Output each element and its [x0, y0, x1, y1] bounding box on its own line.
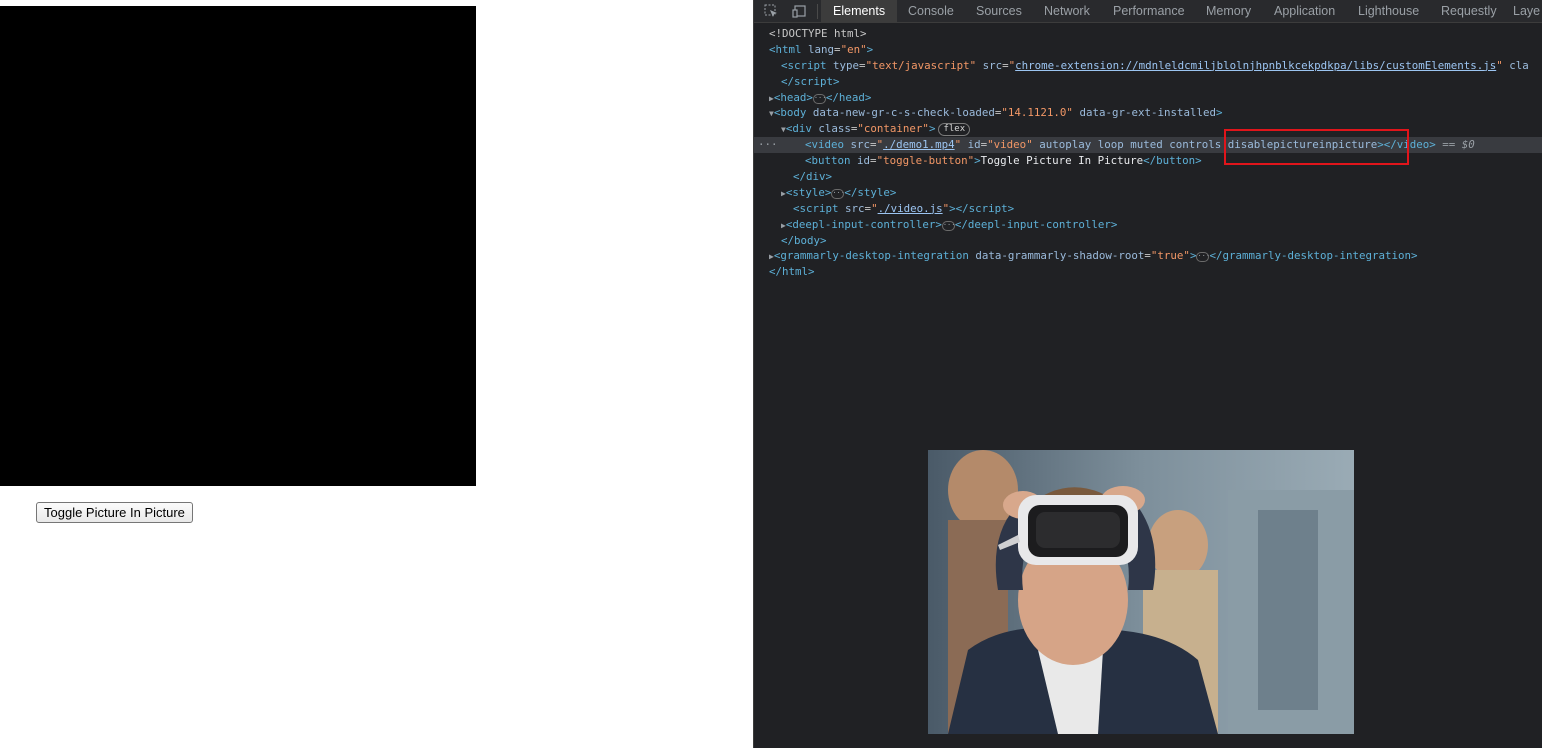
tree-node-html[interactable]: <html lang="en"> — [754, 42, 1542, 58]
video-preview-image — [928, 450, 1354, 734]
button-id-value: toggle-button — [883, 154, 968, 168]
tree-node-html-close[interactable]: </html> — [754, 264, 1542, 280]
page-viewport: Toggle Picture In Picture — [0, 0, 753, 748]
tab-memory[interactable]: Memory — [1206, 0, 1251, 22]
tab-sources[interactable]: Sources — [976, 0, 1022, 22]
tree-node-head[interactable]: ▶<head>···</head> — [754, 90, 1542, 106]
tab-layers[interactable]: Laye — [1513, 0, 1540, 22]
tree-node-button[interactable]: <button id="toggle-button">Toggle Pictur… — [754, 153, 1542, 169]
grammarly-attr-value: true — [1157, 249, 1184, 263]
video-id-value: video — [993, 138, 1027, 152]
tree-node-video-js[interactable]: <script src="./video.js"></script> — [754, 201, 1542, 217]
video-bool-attrs: autoplay loop muted controls — [1039, 138, 1222, 152]
tab-performance[interactable]: Performance — [1113, 0, 1185, 22]
html-lang-value: en — [847, 42, 861, 56]
tree-node-doctype[interactable]: <!DOCTYPE html> — [754, 26, 1542, 42]
tree-node-body[interactable]: ▼<body data-new-gr-c-s-check-loaded="14.… — [754, 105, 1542, 121]
tree-node-grammarly[interactable]: ▶<grammarly-desktop-integration data-gra… — [754, 248, 1542, 264]
video-js-link[interactable]: ./video.js — [878, 202, 943, 215]
video-src-link[interactable]: ./demo1.mp4 — [883, 138, 955, 151]
tree-node-deepl[interactable]: ▶<deepl-input-controller>···</deepl-inpu… — [754, 217, 1542, 233]
container-class-value: container — [863, 122, 923, 136]
tab-requestly[interactable]: Requestly — [1441, 0, 1497, 22]
script-attr-truncated: cla — [1509, 58, 1529, 72]
flex-badge[interactable]: flex — [938, 123, 971, 137]
annotation-highlight-box — [1224, 129, 1409, 165]
tree-node-container[interactable]: ▼<div class="container"> flex — [754, 121, 1542, 137]
ellipsis-icon[interactable]: ··· — [1196, 252, 1210, 263]
tree-node-style[interactable]: ▶<style>···</style> — [754, 185, 1542, 201]
doctype-text: <!DOCTYPE html> — [769, 27, 867, 40]
script-type-value: text/javascript — [872, 58, 970, 72]
tree-node-body-close[interactable]: </body> — [754, 233, 1542, 249]
tree-node-script-close[interactable]: </script> — [754, 74, 1542, 90]
devtools-panel: Elements Console Sources Network Perform… — [753, 0, 1542, 748]
dom-tree: <!DOCTYPE html> <html lang="en"> <script… — [754, 26, 1542, 280]
tree-node-video-selected[interactable]: ··· <video src="./demo1.mp4" id="video" a… — [754, 137, 1542, 154]
video-player[interactable] — [0, 6, 476, 486]
device-toolbar-icon[interactable] — [792, 4, 806, 18]
devtools-tabbar: Elements Console Sources Network Perform… — [754, 0, 1542, 23]
ellipsis-icon[interactable]: ··· — [941, 220, 956, 231]
tree-node-div-close[interactable]: </div> — [754, 169, 1542, 185]
script-src-link[interactable]: chrome-extension://mdnleldcmiljblolnjhpn… — [1015, 59, 1496, 72]
tab-elements[interactable]: Elements — [821, 0, 898, 22]
ellipsis-icon[interactable]: ··· — [831, 188, 845, 199]
more-actions-icon[interactable]: ··· — [758, 137, 778, 153]
tab-application[interactable]: Application — [1274, 0, 1335, 22]
body-attr-value: 14.1121.0 — [1007, 106, 1067, 120]
toolbar-divider — [817, 4, 818, 19]
toggle-pip-button[interactable]: Toggle Picture In Picture — [36, 502, 193, 523]
tree-node-script[interactable]: <script type="text/javascript" src="chro… — [754, 58, 1542, 74]
tab-lighthouse[interactable]: Lighthouse — [1358, 0, 1419, 22]
tab-console[interactable]: Console — [908, 0, 954, 22]
inspect-element-icon[interactable] — [764, 4, 778, 18]
selected-node-marker: == $0 — [1442, 138, 1475, 152]
button-text-node: Toggle Picture In Picture — [980, 154, 1144, 168]
tab-network[interactable]: Network — [1044, 0, 1090, 22]
ellipsis-icon[interactable]: ··· — [812, 93, 827, 104]
